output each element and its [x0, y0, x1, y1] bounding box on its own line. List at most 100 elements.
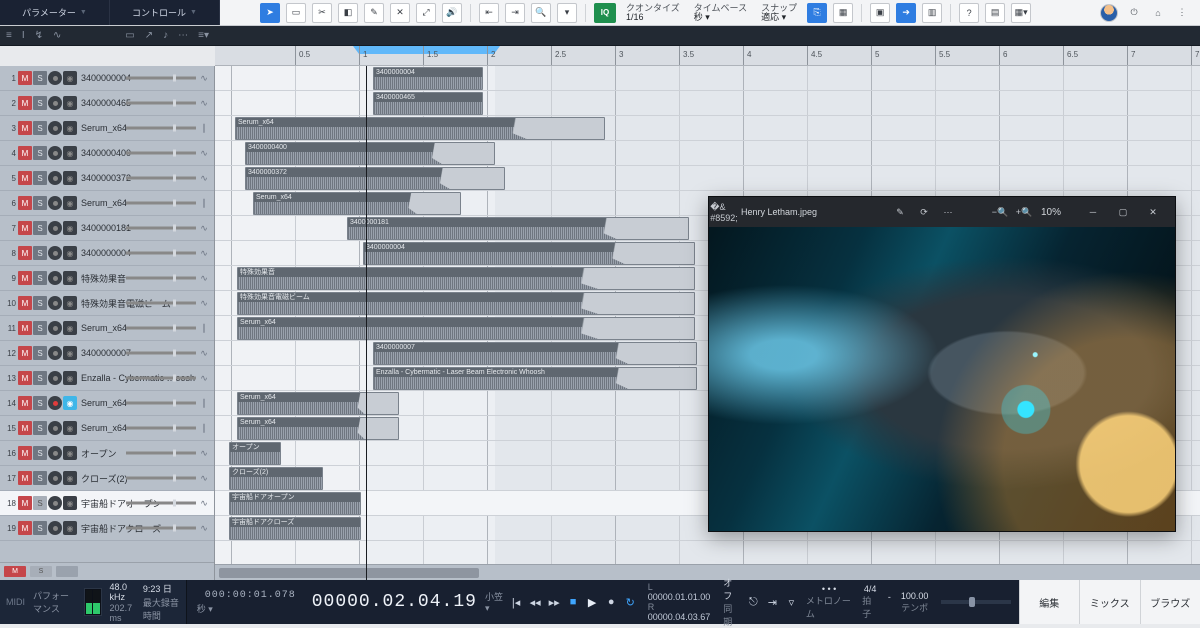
hdr-icon-6[interactable]: ↗	[145, 30, 153, 41]
view-browse[interactable]: ブラウズ	[1140, 580, 1200, 624]
maximize-button[interactable]: ▢	[1109, 202, 1137, 222]
track-fader[interactable]	[126, 502, 196, 505]
home-icon[interactable]: ⌂	[1150, 5, 1166, 21]
grid-toggle[interactable]: ▦	[833, 3, 853, 23]
track-fader[interactable]	[126, 302, 196, 305]
track-fader[interactable]	[126, 427, 196, 430]
audio-clip[interactable]: 3400000372	[245, 167, 505, 190]
solo-button[interactable]: S	[33, 396, 47, 410]
audio-clip[interactable]: 宇宙船ドアクローズ	[229, 517, 361, 540]
audio-clip[interactable]: 3400000400	[245, 142, 495, 165]
track-fader[interactable]	[126, 252, 196, 255]
master-other[interactable]	[56, 566, 78, 577]
sync-icon[interactable]: ⎋	[744, 591, 763, 613]
minimize-button[interactable]: ─	[1079, 202, 1107, 222]
track-row[interactable]: 10MS◉特殊効果音電磁ビーム∿	[0, 291, 214, 316]
monitor-button[interactable]: ◉	[63, 446, 77, 460]
track-row[interactable]: 6MS◉Serum_x64⎹⎸	[0, 191, 214, 216]
solo-button[interactable]: S	[33, 271, 47, 285]
monitor-button[interactable]: ◉	[63, 321, 77, 335]
track-fader[interactable]	[126, 477, 196, 480]
mute-button[interactable]: M	[18, 246, 32, 260]
record-arm[interactable]	[48, 496, 62, 510]
track-fader[interactable]	[126, 327, 196, 330]
iq-button[interactable]: IQ	[594, 3, 616, 23]
image-viewer-titlebar[interactable]: �& #8592; Henry Letham.jpeg ✎ ⟳ ⋯ −🔍 +🔍 …	[709, 197, 1175, 227]
mute-button[interactable]: M	[18, 196, 32, 210]
mode-c[interactable]: ▥	[922, 3, 942, 23]
layout-button[interactable]: ▤	[985, 3, 1005, 23]
track-row[interactable]: 2MS◉3400000465∿	[0, 91, 214, 116]
audio-clip[interactable]: Serum_x64	[253, 192, 461, 215]
record-arm[interactable]	[48, 146, 62, 160]
record-arm[interactable]	[48, 371, 62, 385]
track-row[interactable]: 19MS◉宇宙船ドアクローズ∿	[0, 516, 214, 541]
image-viewer-window[interactable]: �& #8592; Henry Letham.jpeg ✎ ⟳ ⋯ −🔍 +🔍 …	[708, 196, 1176, 532]
tool-pointer[interactable]: ➤	[260, 3, 280, 23]
zoom-slider[interactable]	[941, 600, 1010, 604]
edit-icon[interactable]: ✎	[893, 205, 907, 219]
stop[interactable]: ■	[564, 591, 583, 613]
signature-setting[interactable]: 4/4拍子	[862, 584, 878, 620]
tool-volume[interactable]: 🔊	[442, 3, 462, 23]
monitor-button[interactable]: ◉	[63, 471, 77, 485]
solo-button[interactable]: S	[33, 121, 47, 135]
hdr-icon-8[interactable]: ⋯	[178, 30, 188, 41]
audio-clip[interactable]: 3400000181	[347, 217, 689, 240]
audio-clip[interactable]: 宇宙船ドアオープン	[229, 492, 361, 515]
mute-button[interactable]: M	[18, 96, 32, 110]
record-arm[interactable]	[48, 246, 62, 260]
track-row[interactable]: 16MS◉オープン∿	[0, 441, 214, 466]
audio-clip[interactable]: Serum_x64	[237, 317, 695, 340]
rotate-icon[interactable]: ⟳	[917, 205, 931, 219]
record-arm[interactable]	[48, 446, 62, 460]
track-row[interactable]: 18MS◉宇宙船ドアオープン∿	[0, 491, 214, 516]
monitor-button[interactable]: ◉	[63, 296, 77, 310]
solo-button[interactable]: S	[33, 221, 47, 235]
monitor-button[interactable]: ◉	[63, 171, 77, 185]
solo-button[interactable]: S	[33, 496, 47, 510]
record-arm[interactable]	[48, 271, 62, 285]
track-fader[interactable]	[126, 177, 196, 180]
loop[interactable]: ↻	[621, 591, 640, 613]
master-solo[interactable]: S	[30, 566, 52, 577]
record-arm[interactable]	[48, 346, 62, 360]
mute-button[interactable]: M	[18, 421, 32, 435]
monitor-button[interactable]: ◉	[63, 146, 77, 160]
locators[interactable]: L 00000.01.01.00 R 00000.04.03.67	[648, 582, 711, 622]
record-arm[interactable]	[48, 196, 62, 210]
punch-icon[interactable]: ⇥	[763, 591, 782, 613]
audio-clip[interactable]: 3400000004	[363, 242, 695, 265]
solo-button[interactable]: S	[33, 296, 47, 310]
track-fader[interactable]	[126, 202, 196, 205]
mode-a[interactable]: ▣	[870, 3, 890, 23]
track-row[interactable]: 17MS◉クローズ(2)∿	[0, 466, 214, 491]
zoom-in-icon[interactable]: +🔍	[1017, 205, 1031, 219]
mute-button[interactable]: M	[18, 221, 32, 235]
power-icon[interactable]: ⏻	[1126, 5, 1142, 21]
solo-button[interactable]: S	[33, 96, 47, 110]
tab-control[interactable]: コントロール▼	[110, 0, 220, 25]
monitor-button[interactable]: ◉	[63, 246, 77, 260]
user-avatar-icon[interactable]	[1100, 4, 1118, 22]
hdr-icon-2[interactable]: I	[22, 30, 25, 41]
back-icon[interactable]: �& #8592;	[717, 205, 731, 219]
tool-more[interactable]: ▾	[557, 3, 577, 23]
solo-button[interactable]: S	[33, 371, 47, 385]
track-row[interactable]: 8MS◉3400000004∿	[0, 241, 214, 266]
hdr-icon-3[interactable]: ↯	[35, 30, 43, 41]
audio-clip[interactable]: Serum_x64	[237, 392, 399, 415]
record-arm[interactable]	[48, 396, 62, 410]
snap-toggle[interactable]: ⎘	[807, 3, 827, 23]
track-fader[interactable]	[126, 102, 196, 105]
monitor-button[interactable]: ◉	[63, 96, 77, 110]
h-scrollbar[interactable]	[215, 564, 1200, 580]
track-row[interactable]: 7MS◉3400000181∿	[0, 216, 214, 241]
track-fader[interactable]	[126, 77, 196, 80]
monitor-button[interactable]: ◉	[63, 521, 77, 535]
audio-clip[interactable]: Serum_x64	[237, 417, 399, 440]
tool-draw[interactable]: ✎	[364, 3, 384, 23]
track-row[interactable]: 11MS◉Serum_x64⎹⎸	[0, 316, 214, 341]
track-fader[interactable]	[126, 152, 196, 155]
tool-zoom[interactable]: ⤢	[416, 3, 436, 23]
